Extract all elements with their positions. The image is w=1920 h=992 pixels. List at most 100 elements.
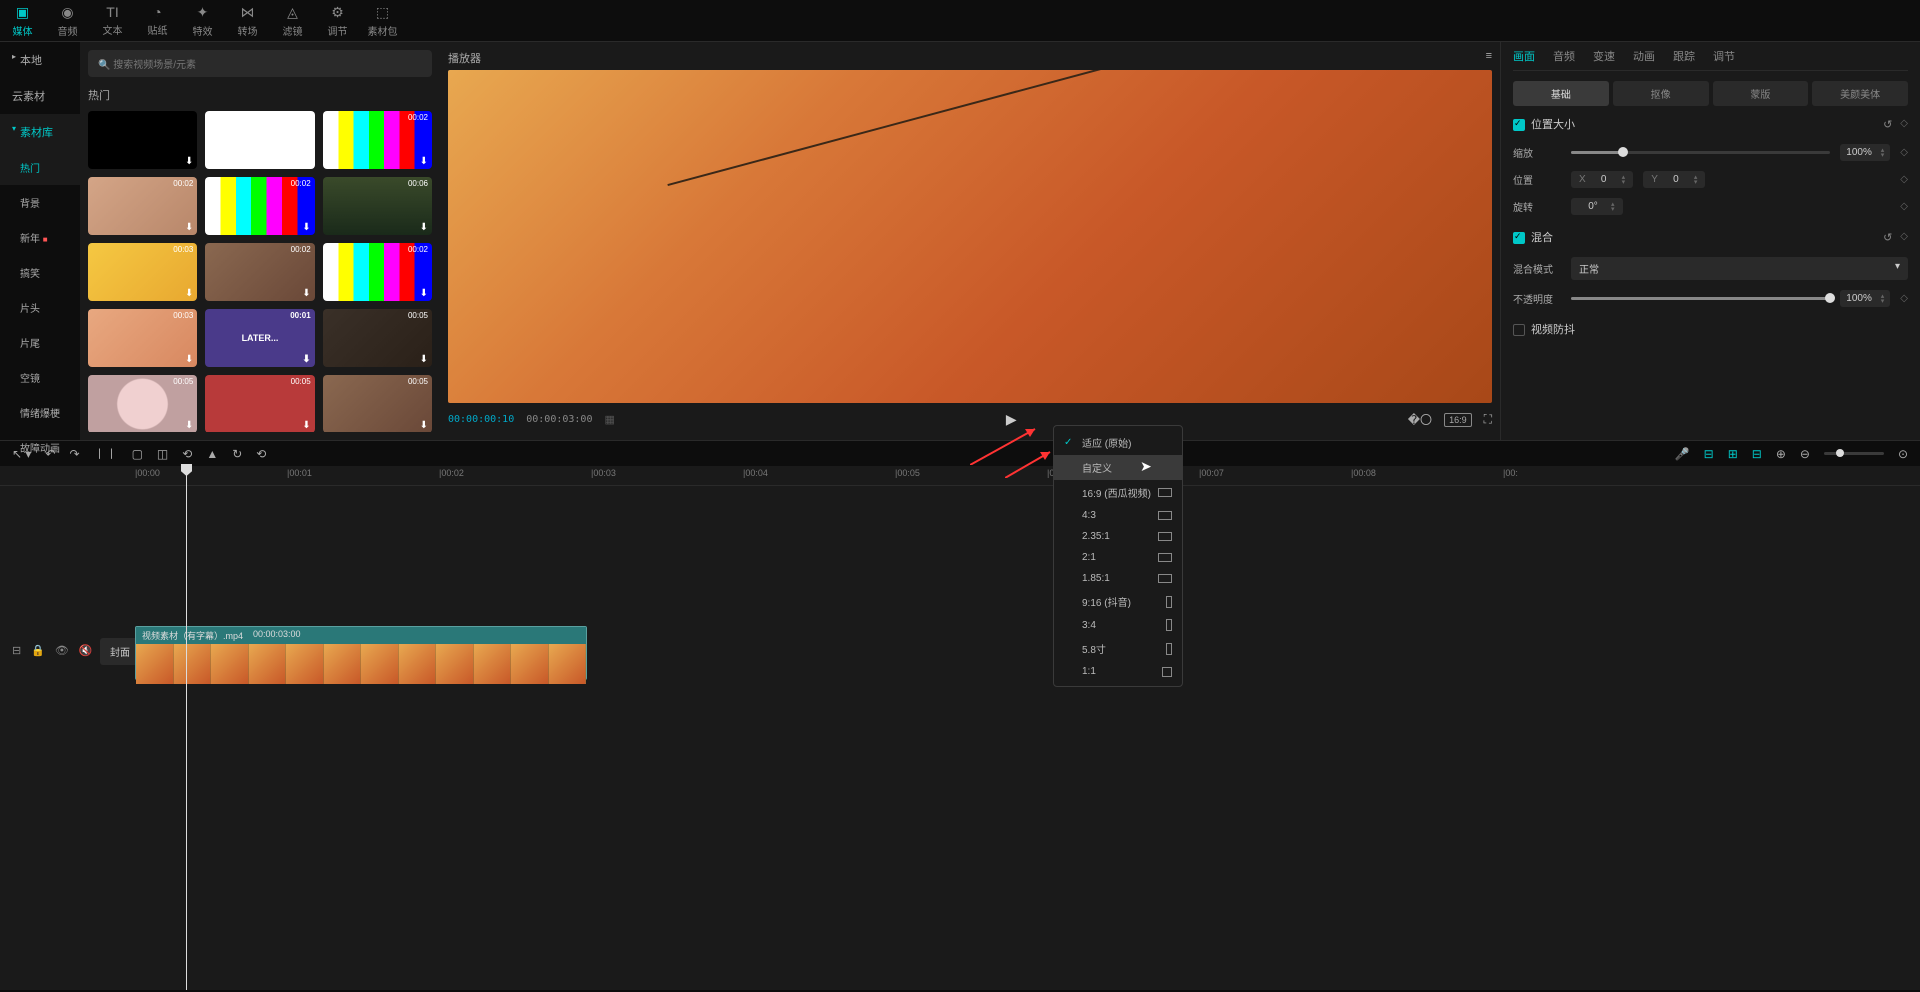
- player-screen[interactable]: [448, 70, 1492, 403]
- checkbox-blend[interactable]: [1513, 232, 1525, 244]
- sidebar-item-newyear[interactable]: 新年 ■: [0, 220, 80, 255]
- ratio-button[interactable]: 16:9: [1444, 413, 1472, 427]
- media-thumb-12[interactable]: 00:05⬇: [88, 375, 197, 432]
- download-icon[interactable]: ⬇: [185, 354, 193, 365]
- tab-audio[interactable]: ◉音频: [45, 0, 90, 41]
- search-input[interactable]: 🔍 搜索视频场景/元素: [88, 50, 432, 77]
- download-icon[interactable]: ⬇: [302, 354, 310, 365]
- inspector-tab-speed[interactable]: 变速: [1593, 48, 1615, 64]
- checkbox-stabilize[interactable]: [1513, 324, 1525, 336]
- rotation-input[interactable]: 0°▴▾: [1571, 198, 1623, 215]
- compare-icon[interactable]: ▦: [604, 413, 614, 426]
- opacity-slider[interactable]: [1571, 297, 1830, 300]
- tab-sticker[interactable]: ◔贴纸: [135, 0, 180, 41]
- media-thumb-9[interactable]: 00:03⬇: [88, 309, 197, 367]
- subtab-basic[interactable]: 基础: [1513, 81, 1609, 106]
- media-thumb-13[interactable]: 00:05⬇: [205, 375, 314, 432]
- media-thumb-10[interactable]: LATER...00:01⬇: [205, 309, 314, 367]
- opacity-value[interactable]: 100%▴▾: [1840, 290, 1890, 307]
- media-thumb-2[interactable]: 00:02⬇: [323, 111, 432, 169]
- mic-icon[interactable]: 🎤: [1675, 447, 1690, 461]
- media-thumb-6[interactable]: 00:03⬇: [88, 243, 197, 301]
- track-mute-icon[interactable]: 🔇: [79, 644, 93, 657]
- subtab-beauty[interactable]: 美颜美体: [1812, 81, 1908, 106]
- frame-icon[interactable]: �〇: [1408, 411, 1432, 428]
- download-icon[interactable]: ⬇: [302, 222, 310, 233]
- player-menu-icon[interactable]: ≡: [1486, 50, 1492, 66]
- ratio-item-2[interactable]: 16:9 (西瓜视频): [1054, 480, 1182, 505]
- tab-adjust[interactable]: ⚙调节: [315, 0, 360, 41]
- download-icon[interactable]: ⬇: [302, 156, 310, 167]
- ratio-item-4[interactable]: 2.35:1: [1054, 526, 1182, 547]
- magnet-main-icon[interactable]: ⊟: [1704, 447, 1714, 461]
- media-thumb-0[interactable]: ⬇: [88, 111, 197, 169]
- ratio-item-9[interactable]: 5.8寸: [1054, 636, 1182, 661]
- zoom-slider[interactable]: [1824, 452, 1884, 455]
- timeline-area[interactable]: |00:00|00:01|00:02|00:03|00:04|00:05|00:…: [0, 466, 1920, 990]
- delete-tool[interactable]: ▢: [132, 447, 143, 461]
- fullscreen-icon[interactable]: ⛶: [1484, 412, 1492, 427]
- keyframe-rotation[interactable]: ◇: [1900, 201, 1908, 212]
- cover-button[interactable]: 封面: [100, 638, 140, 665]
- y-input[interactable]: Y0▴▾: [1643, 171, 1705, 188]
- time-ruler[interactable]: |00:00|00:01|00:02|00:03|00:04|00:05|00:…: [0, 466, 1920, 486]
- ratio-item-3[interactable]: 4:3: [1054, 505, 1182, 526]
- sidebar-item-local[interactable]: ▸本地: [0, 42, 80, 78]
- tab-effect[interactable]: ✦特效: [180, 0, 225, 41]
- scale-value[interactable]: 100%▴▾: [1840, 144, 1890, 161]
- pointer-tool[interactable]: ↖ ▾: [12, 447, 31, 461]
- reset-blend-icon[interactable]: ↺: [1883, 231, 1892, 244]
- download-icon[interactable]: ⬇: [420, 420, 428, 431]
- x-input[interactable]: X0▴▾: [1571, 171, 1633, 188]
- sidebar-item-funny[interactable]: 搞笑: [0, 255, 80, 290]
- ratio-item-10[interactable]: 1:1: [1054, 661, 1182, 682]
- play-button[interactable]: ▶: [627, 411, 1396, 428]
- sidebar-item-emotion[interactable]: 情绪爆梗: [0, 395, 80, 430]
- download-icon[interactable]: ⬇: [420, 222, 428, 233]
- media-thumb-14[interactable]: 00:05⬇: [323, 375, 432, 432]
- keyframe-scale[interactable]: ◇: [1900, 147, 1908, 158]
- tab-media[interactable]: ▣媒体: [0, 0, 45, 41]
- download-icon[interactable]: ⬇: [185, 156, 193, 167]
- download-icon[interactable]: ⬇: [302, 420, 310, 431]
- ratio-item-7[interactable]: 9:16 (抖音): [1054, 589, 1182, 614]
- redo-button[interactable]: ↷: [69, 447, 79, 461]
- inspector-tab-anim[interactable]: 动画: [1633, 48, 1655, 64]
- sidebar-item-hot[interactable]: 热门: [0, 150, 80, 185]
- track-lock-icon[interactable]: 🔒: [31, 644, 45, 657]
- ratio-item-1[interactable]: 自定义: [1054, 455, 1182, 480]
- tab-text[interactable]: TI文本: [90, 0, 135, 41]
- split-tool[interactable]: 〡〡: [94, 445, 118, 462]
- media-thumb-7[interactable]: 00:02⬇: [205, 243, 314, 301]
- media-thumb-1[interactable]: ⬇: [205, 111, 314, 169]
- download-icon[interactable]: ⬇: [420, 156, 428, 167]
- playhead[interactable]: [186, 466, 187, 990]
- subtab-mask[interactable]: 蒙版: [1713, 81, 1809, 106]
- media-thumb-5[interactable]: 00:06⬇: [323, 177, 432, 235]
- ratio-item-6[interactable]: 1.85:1: [1054, 568, 1182, 589]
- tab-transition[interactable]: ⋈转场: [225, 0, 270, 41]
- video-clip[interactable]: 视频素材（有字幕）.mp4 00:00:03:00: [135, 626, 587, 680]
- blend-mode-dropdown[interactable]: 正常▾: [1571, 257, 1908, 280]
- subtab-cutout[interactable]: 抠像: [1613, 81, 1709, 106]
- checkbox-position[interactable]: [1513, 119, 1525, 131]
- zoom-out-icon[interactable]: ⊖: [1800, 447, 1810, 461]
- track-toggle-icon[interactable]: ⊟: [12, 644, 21, 657]
- rotate-tool[interactable]: ↻: [232, 447, 242, 461]
- tab-pack[interactable]: ⬚素材包: [360, 0, 405, 41]
- download-icon[interactable]: ⬇: [420, 354, 428, 365]
- copy-tool[interactable]: ◫: [157, 447, 168, 461]
- media-thumb-4[interactable]: 00:02⬇: [205, 177, 314, 235]
- tab-filter[interactable]: ◬滤镜: [270, 0, 315, 41]
- reverse-tool[interactable]: ⟲: [182, 447, 192, 461]
- sidebar-item-intro[interactable]: 片头: [0, 290, 80, 325]
- download-icon[interactable]: ⬇: [185, 288, 193, 299]
- mirror-tool[interactable]: ▲: [206, 447, 218, 461]
- download-icon[interactable]: ⬇: [185, 222, 193, 233]
- ratio-item-0[interactable]: ✓适应 (原始): [1054, 430, 1182, 455]
- scale-slider[interactable]: [1571, 151, 1830, 154]
- download-icon[interactable]: ⬇: [420, 288, 428, 299]
- zoom-fit-icon[interactable]: ⊙: [1898, 447, 1908, 461]
- inspector-tab-audio[interactable]: 音频: [1553, 48, 1575, 64]
- sidebar-item-outro[interactable]: 片尾: [0, 325, 80, 360]
